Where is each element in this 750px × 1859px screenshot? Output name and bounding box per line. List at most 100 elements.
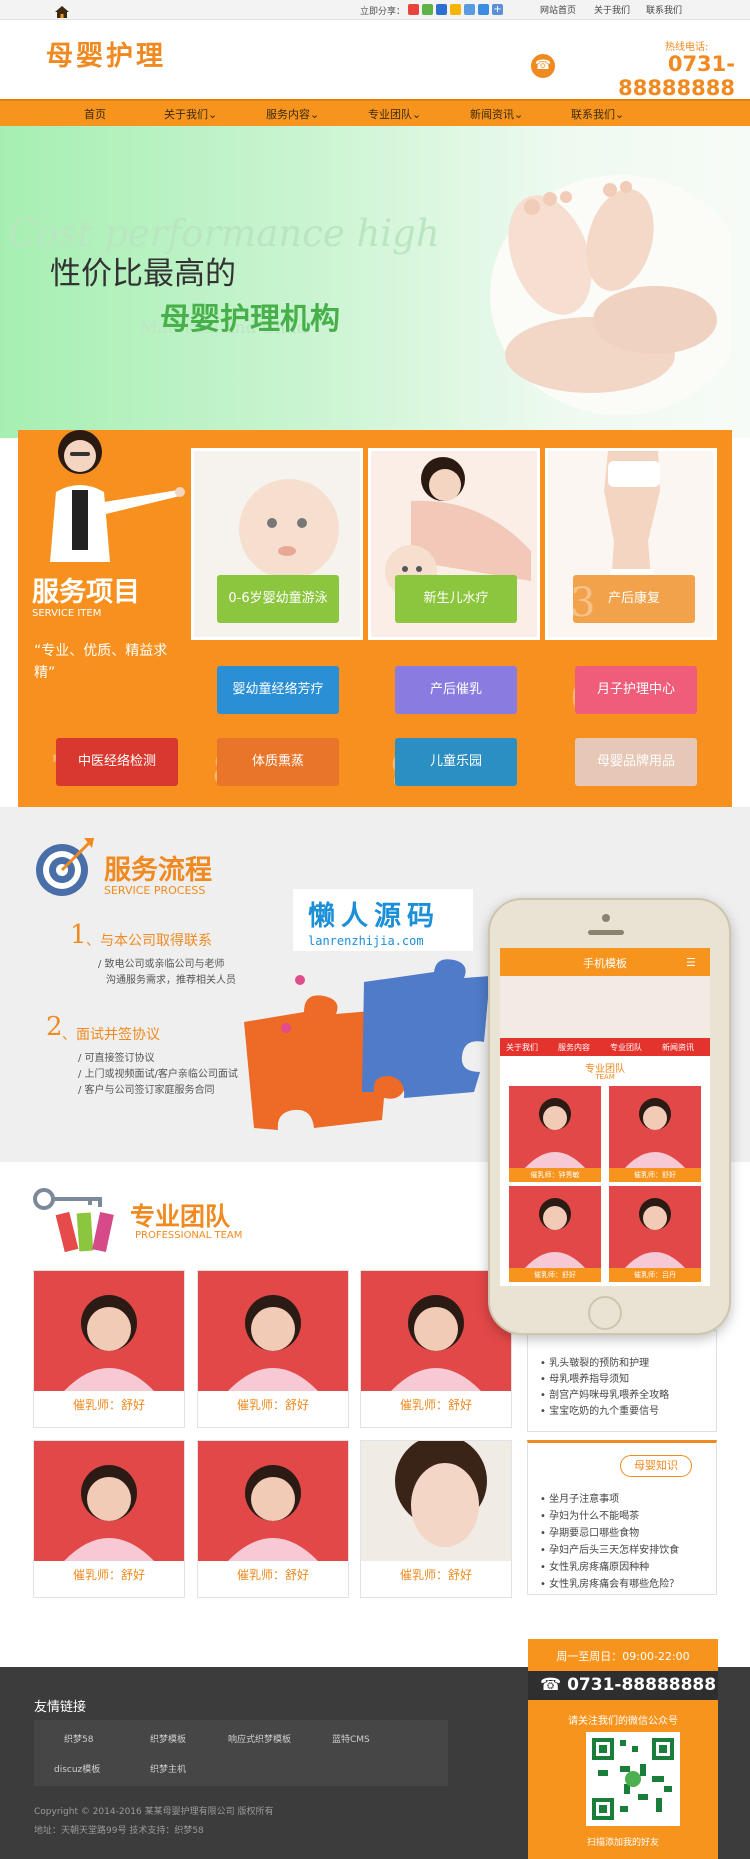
watermark-url: lanrenzhijia.com xyxy=(308,934,424,948)
team-card-2[interactable]: 催乳师：舒好 xyxy=(197,1270,349,1428)
news-item[interactable]: • 女性乳房疼痛原因种种 xyxy=(540,1558,649,1573)
team-title: 专业团队 xyxy=(130,1202,231,1231)
baby-feet-image xyxy=(490,175,730,415)
contact-phone: ☎ 0731-88888888 xyxy=(540,1675,717,1695)
phone-team-caption: 催乳师：舒好 xyxy=(609,1168,701,1182)
service-meridian-aroma[interactable]: 婴幼童经络芳疗 xyxy=(217,666,339,714)
friend-link[interactable]: 织梦模板 xyxy=(150,1732,186,1745)
news-item[interactable]: • 坐月子注意事项 xyxy=(540,1490,619,1505)
news-item[interactable]: • 孕妇产后头三天怎样安排饮食 xyxy=(540,1541,679,1556)
step-2-line3: / 客户与公司签订家庭服务合同 xyxy=(78,1085,215,1096)
wechat-qr-code xyxy=(586,1732,680,1826)
phone-nav-news[interactable]: 新闻资讯 xyxy=(662,1042,694,1053)
copyright: Copyright © 2014-2016 某某母婴护理有限公司 版权所有 xyxy=(34,1807,274,1817)
step-1-line1: / 致电公司或亲临公司与老师 xyxy=(98,959,225,970)
share-label: 立即分享： xyxy=(360,7,406,17)
target-icon xyxy=(36,838,94,896)
more-share-icon[interactable]: + xyxy=(492,4,503,15)
service-baby-swim[interactable]: 0-6岁婴幼童游泳 xyxy=(217,575,339,623)
qr-caption: 扫描添加我的好友 xyxy=(586,1838,659,1848)
step-1-line2: 沟通服务需求，推荐相关人员 xyxy=(106,975,236,986)
tencent-share-icon[interactable] xyxy=(464,4,475,15)
phone-team-caption: 催乳师：吕丹 xyxy=(609,1268,701,1282)
news-item[interactable]: • 乳头皲裂的预防和护理 xyxy=(540,1354,649,1369)
phone-nav-team[interactable]: 专业团队 xyxy=(610,1042,642,1053)
renren-share-icon[interactable] xyxy=(478,4,489,15)
toplink-home[interactable]: 网站首页 xyxy=(540,3,576,16)
phone-menu-icon[interactable]: ☰ xyxy=(686,956,696,969)
phone-section-en: TEAM xyxy=(595,1073,615,1081)
step-1-num: 1 xyxy=(70,920,87,950)
service-tcm-check[interactable]: 中医经络检测 xyxy=(56,738,178,786)
team-title-en: PROFESSIONAL TEAM xyxy=(135,1230,243,1241)
friend-link[interactable]: 织梦58 xyxy=(64,1732,93,1745)
banner-subheadline: 母婴护理机构 xyxy=(160,302,340,337)
friend-link[interactable]: 织梦主机 xyxy=(150,1762,186,1775)
team-member-photo xyxy=(34,1271,184,1391)
site-logo[interactable]: 母婴护理 xyxy=(46,34,166,73)
phone-nav-services[interactable]: 服务内容 xyxy=(558,1042,590,1053)
team-caption: 催乳师：舒好 xyxy=(72,1398,145,1412)
team-caption: 催乳师：舒好 xyxy=(399,1568,472,1582)
step-2-line2: / 上门或视频面试/客户亲临公司面试 xyxy=(78,1069,238,1080)
address: 地址：天朝天堂路99号 技术支持：织梦58 xyxy=(34,1826,204,1836)
news-item[interactable]: • 孕期要忌口哪些食物 xyxy=(540,1524,639,1539)
friend-links-title: 友情链接 xyxy=(34,1700,87,1715)
news-item[interactable]: • 宝宝吃奶的九个重要信号 xyxy=(540,1402,659,1417)
receptionist-image xyxy=(50,430,185,562)
service-fumigation[interactable]: 体质熏蒸 xyxy=(217,738,339,786)
business-hours: 周一至周日：09:00-22:00 xyxy=(556,1650,690,1663)
friend-links-box xyxy=(34,1720,448,1786)
team-card-5[interactable]: 催乳师：舒好 xyxy=(197,1440,349,1598)
team-caption: 催乳师：舒好 xyxy=(399,1398,472,1412)
star-share-icon[interactable] xyxy=(450,4,461,15)
phone-nav-about[interactable]: 关于我们 xyxy=(506,1042,538,1053)
friend-link[interactable]: 蓝特CMS xyxy=(332,1732,370,1745)
nav-news[interactable]: 新闻资讯⌄ xyxy=(470,106,523,122)
step-2-num: 2 xyxy=(46,1012,63,1042)
service-kids-park[interactable]: 儿童乐园 xyxy=(395,738,517,786)
news-item[interactable]: • 母乳喂养指导须知 xyxy=(540,1370,629,1385)
service-brand-goods[interactable]: 母婴品牌用品 xyxy=(575,738,697,786)
weibo-share-icon[interactable] xyxy=(408,4,419,15)
phone-team-photo xyxy=(509,1086,601,1168)
team-card-1[interactable]: 催乳师：舒好 xyxy=(33,1270,185,1428)
team-member-photo xyxy=(361,1441,511,1561)
news-item[interactable]: • 女性乳房疼痛会有哪些危险？ xyxy=(540,1575,679,1590)
nav-home[interactable]: 首页 xyxy=(84,106,106,122)
news-tab-knowledge[interactable]: 母婴知识 xyxy=(620,1455,692,1477)
phone-home-button[interactable] xyxy=(588,1296,622,1330)
nav-about[interactable]: 关于我们⌄ xyxy=(164,106,217,122)
service-confinement-center[interactable]: 月子护理中心 xyxy=(575,666,697,714)
step-2-line1: / 可直接签订协议 xyxy=(78,1053,155,1064)
service-newborn-spa[interactable]: 新生儿水疗 xyxy=(395,575,517,623)
team-card-6[interactable]: 催乳师：舒好 xyxy=(360,1440,512,1598)
service-lactation[interactable]: 产后催乳 xyxy=(395,666,517,714)
news-item[interactable]: • 孕妇为什么不能喝茶 xyxy=(540,1507,639,1522)
phone-team-caption: 催乳师：舒好 xyxy=(509,1268,601,1282)
services-title: 服务项目 xyxy=(32,577,140,608)
team-member-photo xyxy=(198,1271,348,1391)
toplink-contact[interactable]: 联系我们 xyxy=(646,3,682,16)
nav-team[interactable]: 专业团队⌄ xyxy=(368,106,421,122)
service-num-3: 3 xyxy=(570,580,596,626)
watermark-text: 懒人源码 xyxy=(308,901,440,932)
team-card-4[interactable]: 催乳师：舒好 xyxy=(33,1440,185,1598)
toplink-about[interactable]: 关于我们 xyxy=(594,3,630,16)
phone-team-photo xyxy=(609,1086,701,1168)
news-item[interactable]: • 剖宫产妈咪母乳喂养全攻略 xyxy=(540,1386,669,1401)
friend-link[interactable]: 响应式织梦模板 xyxy=(228,1732,291,1745)
phone-icon: ☎ xyxy=(531,54,555,78)
team-caption: 催乳师：舒好 xyxy=(236,1398,309,1412)
qzone-share-icon[interactable] xyxy=(436,4,447,15)
team-caption: 催乳师：舒好 xyxy=(236,1568,309,1582)
phone-screen: 手机模板 ☰ 关于我们 服务内容 专业团队 新闻资讯 专业团队 TEAM 催乳师… xyxy=(500,948,710,1286)
puzzle-image xyxy=(244,959,490,1130)
wechat-share-icon[interactable] xyxy=(422,4,433,15)
nav-services[interactable]: 服务内容⌄ xyxy=(266,106,319,122)
friend-link[interactable]: discuz模板 xyxy=(54,1762,100,1775)
nav-contact[interactable]: 联系我们⌄ xyxy=(571,106,624,122)
home-icon xyxy=(55,6,69,18)
hotline-number: 0731-88888888 xyxy=(618,52,735,100)
step-2-title: 、面试并签协议 xyxy=(62,1027,160,1043)
